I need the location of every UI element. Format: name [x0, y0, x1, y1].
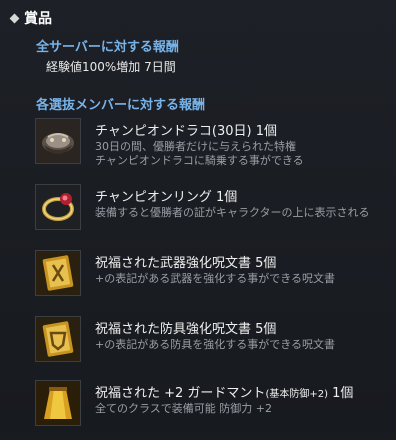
reward-item-dragon: チャンピオンドラコ(30日) 1個 30日の間、優勝者だけに与えられた特権 チャ… [35, 118, 385, 178]
item-desc-2: チャンピオンドラコに騎乗する事ができる [95, 154, 304, 167]
item-name-line: 祝福された +2 ガードマント(基本防御+2) 1個 [95, 382, 353, 401]
item-name-line: チャンピオンドラコ(30日) 1個 [95, 120, 277, 139]
weapon-scroll-icon [35, 250, 81, 296]
item-desc: +の表記がある武器を強化する事ができる呪文書 [95, 272, 335, 285]
reward-item-cloak: 祝福された +2 ガードマント(基本防御+2) 1個 全てのクラスで装備可能 防… [35, 380, 385, 440]
item-name: チャンピオンリング [95, 190, 212, 205]
item-name: 祝福された武器強化呪文書 [95, 256, 252, 271]
selected-members-heading: 各選抜メンバーに対する報酬 [36, 98, 206, 113]
item-name: 祝福された防具強化呪文書 [95, 322, 252, 337]
cloak-icon [35, 380, 81, 426]
armor-scroll-icon [35, 316, 81, 362]
item-desc: 装備すると優勝者の証がキャラクターの上に表示される [95, 206, 370, 219]
all-servers-reward: 経験値100%増加 7日間 [46, 60, 176, 74]
item-name-note: (基本防御+2) [265, 389, 328, 400]
item-quantity: 1個 [255, 124, 277, 139]
item-name-line: 祝福された防具強化呪文書 5個 [95, 318, 276, 337]
all-servers-heading: 全サーバーに対する報酬 [36, 40, 179, 55]
title-row: 賞品 [8, 8, 52, 28]
item-desc: 30日の間、優勝者だけに与えられた特権 [95, 140, 296, 153]
ring-icon [35, 184, 81, 230]
reward-item-ring: チャンピオンリング 1個 装備すると優勝者の証がキャラクターの上に表示される [35, 184, 385, 244]
item-desc: 全てのクラスで装備可能 防御力 +2 [95, 402, 272, 415]
reward-item-weapon-scroll: 祝福された武器強化呪文書 5個 +の表記がある武器を強化する事ができる呪文書 [35, 250, 385, 310]
item-name: 祝福された +2 ガードマント [95, 386, 266, 401]
item-quantity: 1個 [332, 386, 354, 401]
page-title: 賞品 [24, 11, 52, 27]
rewards-panel: 賞品 全サーバーに対する報酬 経験値100%増加 7日間 各選抜メンバーに対する… [0, 0, 396, 433]
item-quantity: 1個 [216, 190, 238, 205]
item-quantity: 5個 [255, 256, 277, 271]
diamond-bullet-icon [9, 13, 20, 23]
item-name-line: 祝福された武器強化呪文書 5個 [95, 252, 276, 271]
reward-item-armor-scroll: 祝福された防具強化呪文書 5個 +の表記がある防具を強化する事ができる呪文書 [35, 316, 385, 376]
item-desc: +の表記がある防具を強化する事ができる呪文書 [95, 338, 335, 351]
item-name: チャンピオンドラコ(30日) [95, 124, 252, 139]
item-quantity: 5個 [255, 322, 277, 337]
item-name-line: チャンピオンリング 1個 [95, 186, 237, 205]
dragon-saddle-icon [35, 118, 81, 164]
